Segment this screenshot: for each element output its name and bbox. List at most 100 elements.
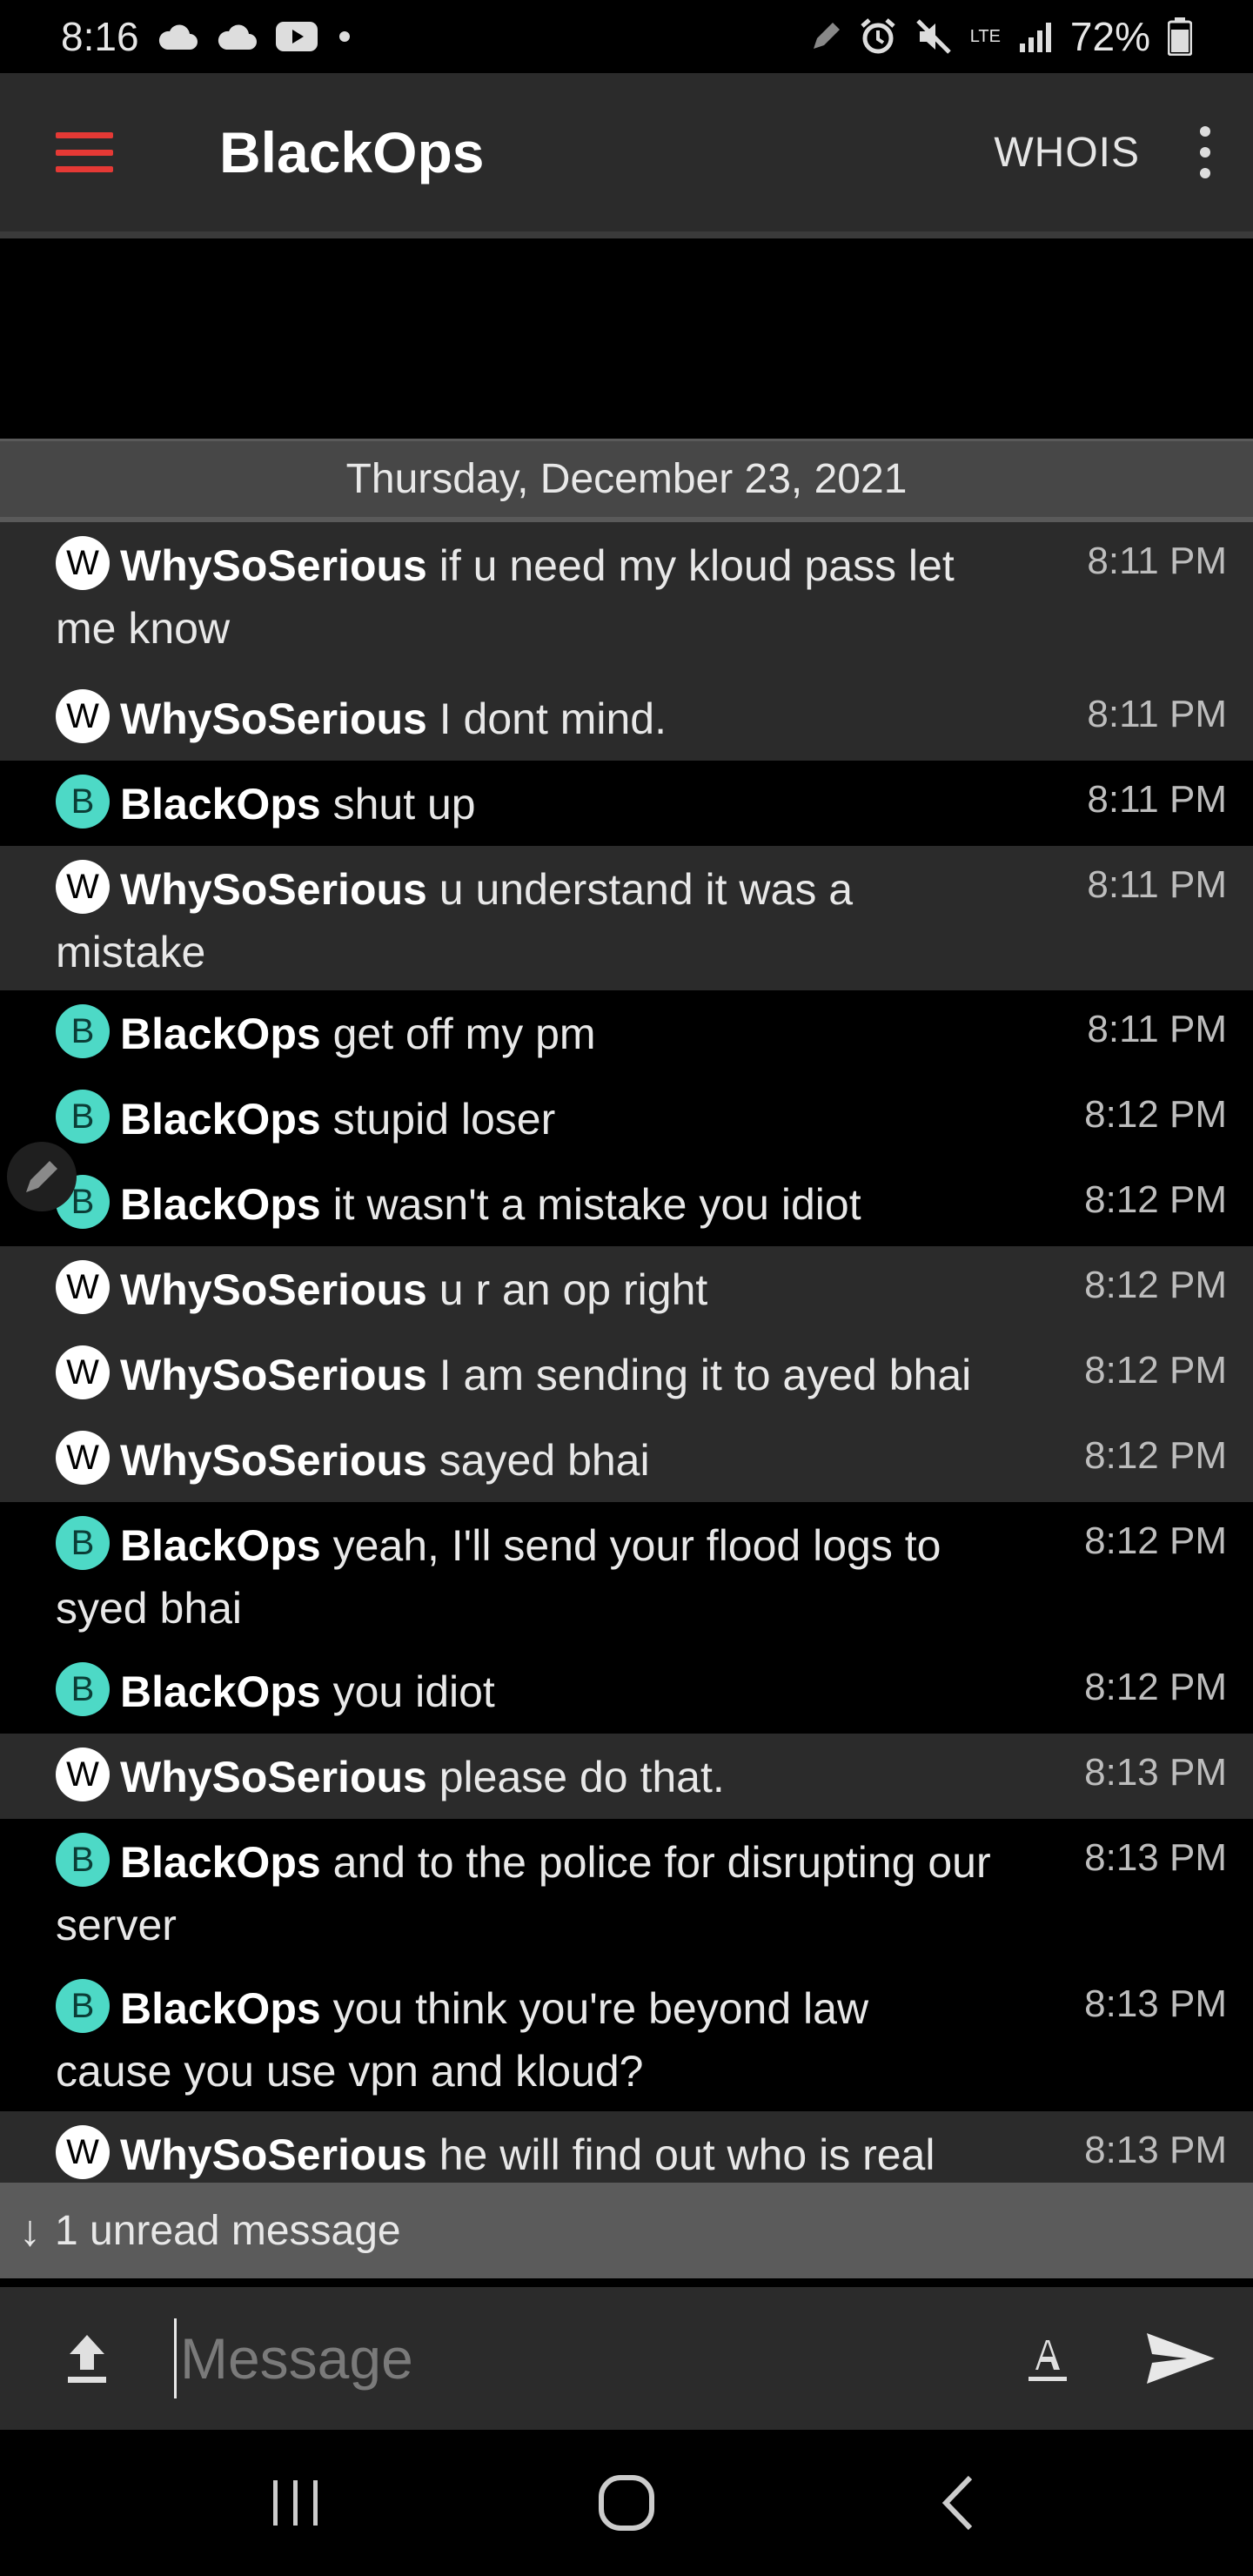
pen-icon	[810, 21, 841, 52]
message-row[interactable]: W WhySoSerious he will find out who is re…	[0, 2111, 1253, 2183]
message-text: I dont mind.	[439, 694, 667, 743]
date-separator: Thursday, December 23, 2021	[0, 439, 1253, 522]
empty-area	[0, 245, 1253, 439]
text-format-icon[interactable]	[1022, 2328, 1074, 2389]
message-text: get off my pm	[332, 1010, 596, 1058]
battery-icon	[1168, 17, 1192, 56]
avatar: B	[56, 1833, 110, 1887]
message-row[interactable]: B BlackOps you idiot 8:12 PM	[0, 1648, 1253, 1734]
back-icon[interactable]	[918, 2464, 996, 2542]
message-text: shut up	[332, 780, 476, 828]
unread-text: 1 unread message	[55, 2207, 401, 2254]
message-row[interactable]: B BlackOps get off my pm 8:11 PM	[0, 990, 1253, 1076]
down-arrow-icon: ↓	[19, 2206, 41, 2255]
mute-icon	[915, 17, 953, 56]
message-row[interactable]: B BlackOps you think you're beyond law ca…	[0, 1965, 1253, 2111]
avatar: B	[56, 775, 110, 828]
message-nick[interactable]: BlackOps	[120, 1010, 321, 1058]
youtube-icon	[275, 21, 318, 52]
message-time: 8:12 PM	[1084, 1434, 1227, 1477]
avatar: B	[56, 1090, 110, 1144]
avatar: B	[56, 1979, 110, 2033]
avatar: W	[56, 1260, 110, 1314]
avatar: B	[56, 1662, 110, 1716]
message-row[interactable]: B BlackOps it wasn't a mistake you idiot …	[0, 1161, 1253, 1246]
message-nick[interactable]: BlackOps	[120, 1984, 321, 2033]
cloud-icon	[216, 22, 258, 51]
message-time: 8:12 PM	[1084, 1666, 1227, 1708]
channel-title: BlackOps	[219, 120, 485, 184]
avatar: W	[56, 1748, 110, 1801]
message-nick[interactable]: WhySoSerious	[120, 865, 427, 914]
message-time: 8:11 PM	[1087, 1008, 1227, 1050]
message-nick[interactable]: BlackOps	[120, 1667, 321, 1716]
signal-icon	[1018, 21, 1053, 52]
message-time: 8:11 PM	[1087, 540, 1227, 582]
message-time: 8:11 PM	[1087, 863, 1227, 906]
message-row[interactable]: B BlackOps yeah, I'll send your flood log…	[0, 1502, 1253, 1648]
avatar: W	[56, 2125, 110, 2179]
message-nick[interactable]: WhySoSerious	[120, 1753, 427, 1801]
message-nick[interactable]: BlackOps	[120, 1521, 321, 1570]
battery-percent: 72%	[1069, 14, 1150, 59]
message-nick[interactable]: BlackOps	[120, 780, 321, 828]
message-nick[interactable]: BlackOps	[120, 1838, 321, 1887]
message-row[interactable]: W WhySoSerious I dont mind. 8:11 PM	[0, 675, 1253, 761]
message-time: 8:11 PM	[1087, 693, 1227, 735]
avatar: W	[56, 1345, 110, 1399]
message-nick[interactable]: BlackOps	[120, 1180, 321, 1229]
message-time: 8:13 PM	[1084, 1836, 1227, 1879]
whois-button[interactable]: WHOIS	[994, 129, 1140, 177]
message-row[interactable]: B BlackOps and to the police for disrupti…	[0, 1819, 1253, 1965]
message-input[interactable]	[174, 2318, 995, 2398]
send-icon[interactable]	[1143, 2328, 1218, 2389]
message-nick[interactable]: WhySoSerious	[120, 2130, 427, 2179]
message-row[interactable]: W WhySoSerious u r an op right 8:12 PM	[0, 1246, 1253, 1332]
message-row[interactable]: W WhySoSerious if u need my kloud pass le…	[0, 522, 1253, 675]
message-nick[interactable]: WhySoSerious	[120, 541, 427, 590]
avatar: W	[56, 860, 110, 914]
message-text: you idiot	[332, 1667, 495, 1716]
message-time: 8:13 PM	[1084, 2129, 1227, 2171]
message-nick[interactable]: WhySoSerious	[120, 694, 427, 743]
message-row[interactable]: B BlackOps shut up 8:11 PM	[0, 761, 1253, 846]
overflow-menu-icon[interactable]	[1192, 126, 1218, 178]
lte-label: LTE	[969, 26, 1001, 46]
message-row[interactable]: W WhySoSerious please do that. 8:13 PM	[0, 1734, 1253, 1819]
message-nick[interactable]: WhySoSerious	[120, 1436, 427, 1485]
home-icon[interactable]	[587, 2464, 666, 2542]
message-nick[interactable]: WhySoSerious	[120, 1265, 427, 1314]
menu-icon[interactable]	[56, 132, 113, 172]
message-list[interactable]: W WhySoSerious if u need my kloud pass le…	[0, 522, 1253, 2183]
unread-banner[interactable]: ↓ 1 unread message	[0, 2183, 1253, 2278]
message-time: 8:12 PM	[1084, 1349, 1227, 1392]
message-text: it wasn't a mistake you idiot	[332, 1180, 861, 1229]
message-row[interactable]: W WhySoSerious I am sending it to ayed bh…	[0, 1332, 1253, 1417]
message-time: 8:12 PM	[1084, 1093, 1227, 1136]
message-composer	[0, 2287, 1253, 2430]
message-row[interactable]: W WhySoSerious u understand it was a mist…	[0, 846, 1253, 990]
app-bar: BlackOps WHOIS	[0, 73, 1253, 238]
message-time: 8:12 PM	[1084, 1519, 1227, 1562]
alarm-icon	[859, 17, 897, 56]
pen-handle-icon[interactable]	[7, 1142, 77, 1211]
message-nick[interactable]: WhySoSerious	[120, 1351, 427, 1399]
message-time: 8:12 PM	[1084, 1264, 1227, 1306]
message-text: please do that.	[439, 1753, 725, 1801]
notification-dot-icon	[336, 28, 353, 45]
message-row[interactable]: B BlackOps stupid loser 8:12 PM	[0, 1076, 1253, 1161]
message-nick[interactable]: BlackOps	[120, 1095, 321, 1144]
avatar: W	[56, 1431, 110, 1485]
system-nav-bar	[0, 2430, 1253, 2576]
upload-icon[interactable]	[61, 2328, 113, 2389]
message-row[interactable]: W WhySoSerious sayed bhai 8:12 PM	[0, 1417, 1253, 1502]
message-time: 8:12 PM	[1084, 1178, 1227, 1221]
message-time: 8:13 PM	[1084, 1751, 1227, 1794]
avatar: B	[56, 1516, 110, 1570]
avatar: B	[56, 1004, 110, 1058]
recent-apps-icon[interactable]	[257, 2464, 335, 2542]
message-time: 8:13 PM	[1084, 1982, 1227, 2025]
message-text: he will find out who is real	[439, 2130, 935, 2179]
avatar: W	[56, 536, 110, 590]
message-text: I am sending it to ayed bhai	[439, 1351, 972, 1399]
